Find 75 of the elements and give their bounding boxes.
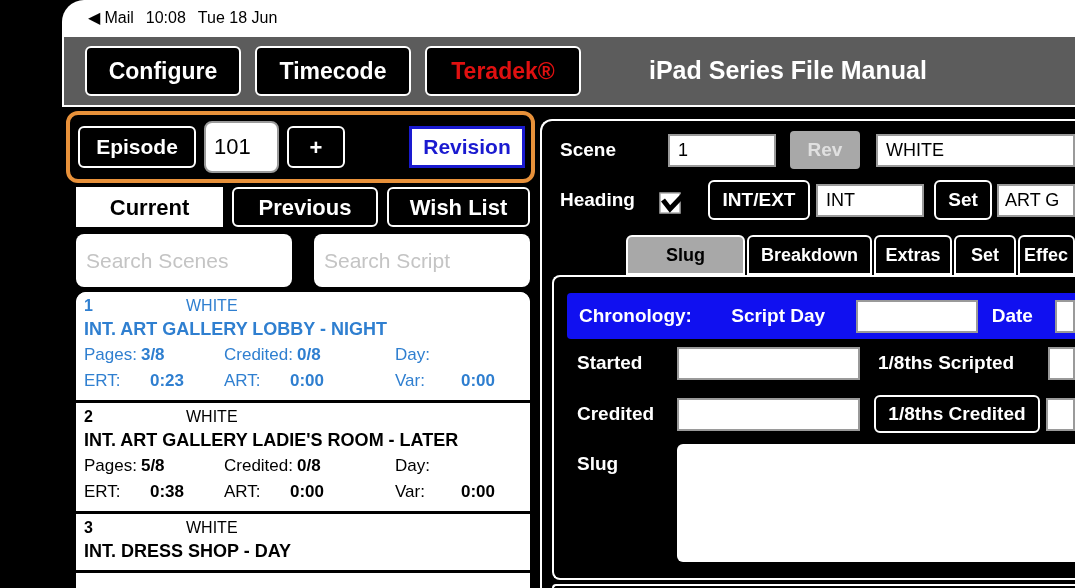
started-field[interactable] (677, 346, 860, 380)
field-value: 3/8 (140, 344, 165, 366)
field-label: Var: (395, 481, 426, 503)
sub-tab[interactable]: Set (954, 235, 1016, 275)
scene-number: 3 (84, 518, 94, 538)
field-label: ART: (224, 370, 262, 392)
scene-revision: WHITE (186, 296, 238, 316)
tab[interactable]: Previous (232, 187, 378, 227)
episode-button[interactable]: Episode (78, 126, 196, 168)
scene-list-item[interactable]: 1 WHITE INT. ART GALLERY LOBBY - NIGHT Pages: 3/8 Credited: 0/8 Day: ERT: 0:23 ART: 0:00 Var: 0:00 (76, 292, 530, 403)
toolbar-button[interactable]: Timecode (255, 46, 411, 96)
sub-tab[interactable]: Slug (626, 235, 745, 275)
field-label: Pages: (84, 344, 137, 366)
scene-revision: WHITE (186, 518, 238, 538)
tab[interactable]: Current (76, 187, 223, 227)
slug-label: Slug (577, 452, 620, 476)
int-ext-button[interactable]: INT/EXT (708, 180, 810, 220)
field-value: 0:38 (150, 481, 185, 503)
search-field[interactable]: Search Scenes (76, 234, 292, 287)
app-title: iPad Series File Manual (649, 55, 927, 87)
add-button[interactable]: + (287, 126, 345, 168)
field-value: 0/8 (297, 455, 321, 477)
sub-tab[interactable]: Effec (1018, 235, 1075, 275)
field-label: ERT: (84, 370, 122, 392)
field-label: ART: (224, 481, 262, 503)
script-day-field[interactable] (855, 299, 978, 333)
credited-field[interactable] (677, 397, 860, 431)
set-button[interactable]: Set (934, 180, 992, 220)
tab[interactable]: Wish List (387, 187, 530, 227)
field-value: 0:00 (290, 370, 325, 392)
field-label: ERT: (84, 481, 122, 503)
date-field[interactable] (1055, 299, 1075, 333)
status-date: Tue 18 Jun (197, 7, 278, 28)
int-ext-field[interactable]: INT (816, 183, 924, 217)
status-time: 10:08 (145, 7, 186, 28)
field-value: 0/8 (297, 344, 321, 366)
credited-label: Credited (577, 401, 656, 426)
field-label: Credited: (224, 344, 293, 366)
scene-field[interactable]: 1 (668, 133, 776, 167)
scripted-label: 1/8ths Scripted (878, 350, 1016, 375)
sub-tab[interactable]: Extras (874, 235, 952, 275)
date-label: Date (991, 303, 1034, 328)
chronology-label: Chronology: (579, 303, 693, 328)
scene-heading: INT. ART GALLERY LOBBY - NIGHT (84, 318, 388, 341)
revision-button[interactable]: Revision (409, 126, 525, 168)
field-label: Var: (395, 370, 426, 392)
field-value: 0:00 (290, 481, 325, 503)
field-value: 0:23 (150, 370, 185, 392)
scene-number: 1 (84, 296, 94, 316)
scene-heading: INT. DRESS SHOP - DAY (84, 540, 293, 563)
sub-tab[interactable]: Breakdown (747, 235, 872, 275)
set-field[interactable]: ART G (997, 183, 1075, 217)
scripted-field[interactable] (1048, 346, 1075, 380)
field-label: Credited: (224, 455, 293, 477)
field-value: 0:00 (461, 481, 496, 503)
field-value: 0:00 (461, 370, 496, 392)
revision-field[interactable]: WHITE (876, 133, 1075, 167)
scene-heading: INT. ART GALLERY LADIE'S ROOM - LATER (84, 429, 460, 452)
started-label: Started (577, 350, 644, 375)
search-field[interactable]: Search Script (314, 234, 530, 287)
field-label: Day: (395, 455, 430, 477)
back-link[interactable]: ◀ Mail (88, 5, 134, 30)
scene-label: Scene (560, 137, 617, 162)
credited-button[interactable]: 1/8ths Credited (874, 395, 1040, 433)
field-value: 5/8 (140, 455, 165, 477)
script-day-label: Script Day (731, 303, 827, 328)
brand-button[interactable]: Teradek® (425, 46, 581, 96)
toolbar-button[interactable]: Configure (85, 46, 241, 96)
field-label: Day: (395, 344, 430, 366)
field-label: Pages: (84, 455, 137, 477)
scene-revision: WHITE (186, 407, 238, 427)
episode-field[interactable]: 101 (204, 121, 279, 173)
credited-eighths-field[interactable] (1046, 397, 1075, 431)
heading-label: Heading (560, 187, 636, 212)
scene-number: 2 (84, 407, 94, 427)
